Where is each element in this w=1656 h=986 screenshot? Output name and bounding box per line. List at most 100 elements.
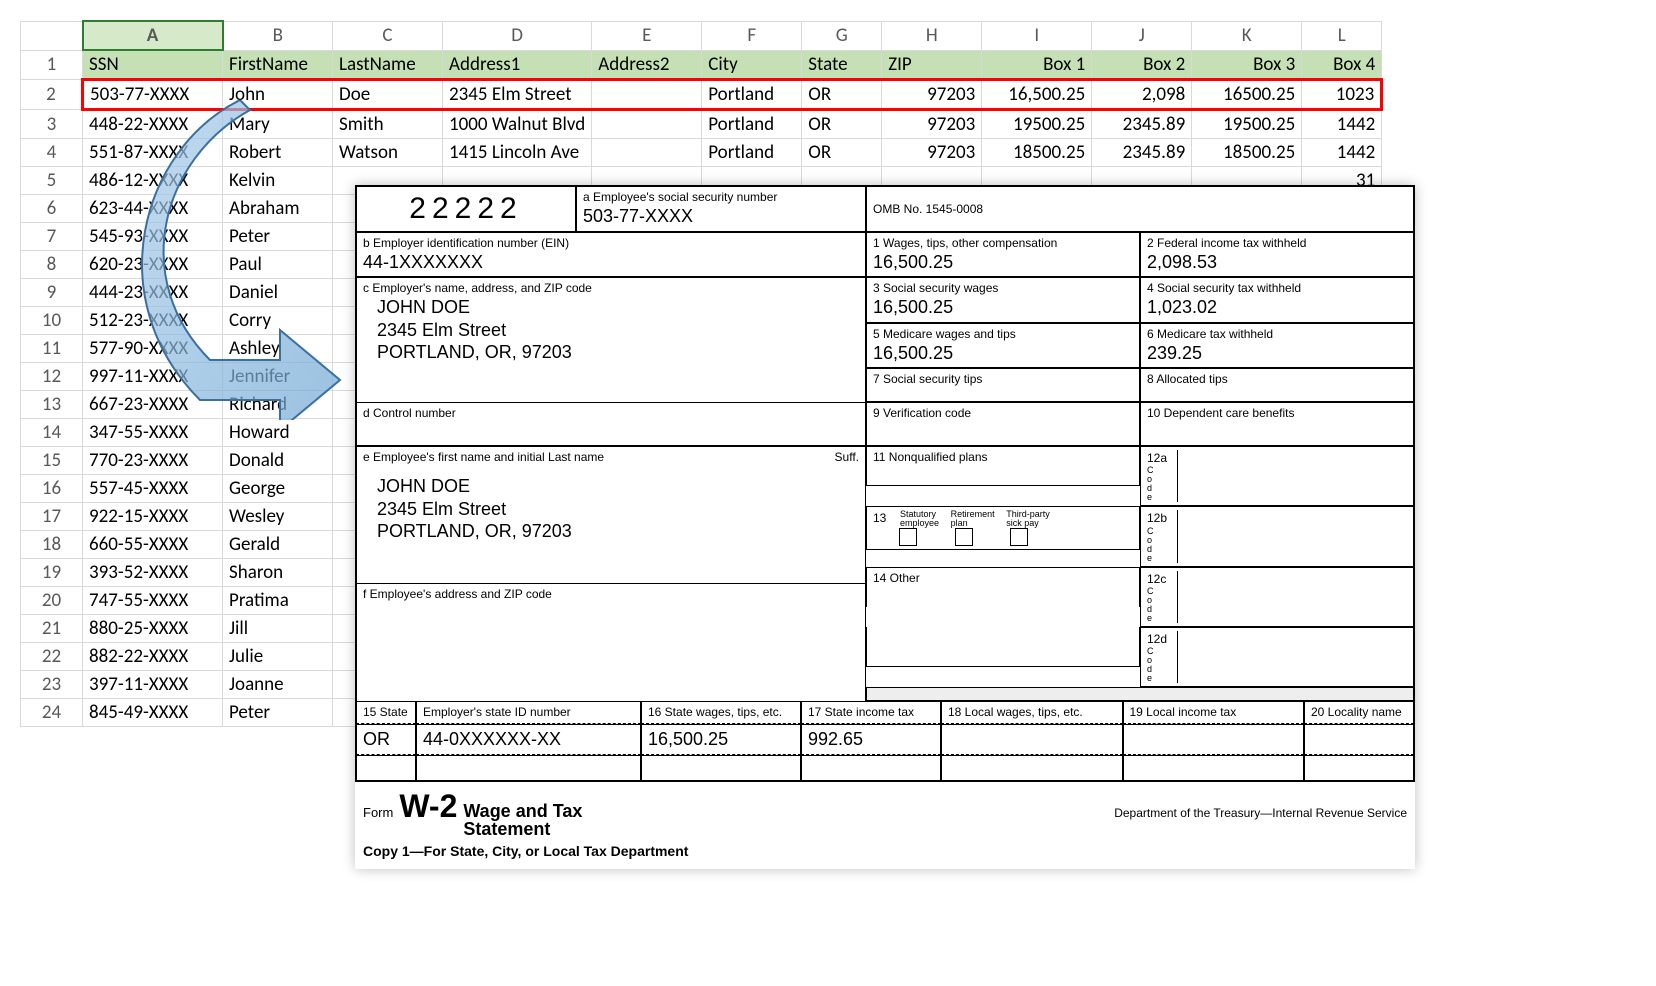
cell[interactable]: 347-55-XXXX [83, 419, 223, 447]
header-cell[interactable]: Box 1 [982, 50, 1092, 80]
row-header[interactable]: 11 [21, 335, 83, 363]
row-header[interactable]: 10 [21, 307, 83, 335]
col-E-header[interactable]: E [592, 21, 702, 50]
cell[interactable]: 18500.25 [982, 139, 1092, 167]
cell[interactable] [592, 110, 702, 139]
cell[interactable] [592, 139, 702, 167]
checkbox-statutory[interactable] [899, 528, 917, 546]
header-cell[interactable]: Box 4 [1302, 50, 1382, 80]
cell[interactable]: 997-11-XXXX [83, 363, 223, 391]
row-header[interactable]: 3 [21, 110, 83, 139]
row-header[interactable]: 14 [21, 419, 83, 447]
cell[interactable]: Ashley [223, 335, 333, 363]
cell[interactable]: 660-55-XXXX [83, 531, 223, 559]
cell[interactable]: 19500.25 [982, 110, 1092, 139]
cell[interactable]: 845-49-XXXX [83, 699, 223, 727]
cell[interactable]: 667-23-XXXX [83, 391, 223, 419]
cell[interactable]: Pratima [223, 587, 333, 615]
row-header[interactable]: 16 [21, 475, 83, 503]
col-F-header[interactable]: F [702, 21, 802, 50]
row-header[interactable]: 5 [21, 167, 83, 195]
col-C-header[interactable]: C [333, 21, 443, 50]
row-header[interactable]: 20 [21, 587, 83, 615]
cell[interactable]: John [223, 80, 333, 110]
cell[interactable]: OR [802, 80, 882, 110]
header-cell[interactable]: Box 3 [1192, 50, 1302, 80]
cell[interactable]: 448-22-XXXX [83, 110, 223, 139]
col-A-header[interactable]: A [83, 21, 223, 50]
cell[interactable]: 620-23-XXXX [83, 251, 223, 279]
cell[interactable]: 1415 Lincoln Ave [443, 139, 592, 167]
cell[interactable]: 1000 Walnut Blvd [443, 110, 592, 139]
row-header[interactable]: 6 [21, 195, 83, 223]
cell[interactable]: Kelvin [223, 167, 333, 195]
cell[interactable]: Corry [223, 307, 333, 335]
header-cell[interactable]: Box 2 [1092, 50, 1192, 80]
col-K-header[interactable]: K [1192, 21, 1302, 50]
cell[interactable]: 1442 [1302, 110, 1382, 139]
cell[interactable]: OR [802, 110, 882, 139]
cell[interactable]: 1023 [1302, 80, 1382, 110]
cell[interactable]: 2345.89 [1092, 110, 1192, 139]
cell[interactable]: Jennifer [223, 363, 333, 391]
cell[interactable]: Peter [223, 223, 333, 251]
cell[interactable]: Peter [223, 699, 333, 727]
header-cell[interactable]: SSN [83, 50, 223, 80]
cell[interactable]: 2,098 [1092, 80, 1192, 110]
col-B-header[interactable]: B [223, 21, 333, 50]
row-header[interactable]: 12 [21, 363, 83, 391]
cell[interactable]: Smith [333, 110, 443, 139]
cell[interactable]: 2345.89 [1092, 139, 1192, 167]
cell[interactable]: Jill [223, 615, 333, 643]
row-header[interactable]: 18 [21, 531, 83, 559]
cell[interactable]: 19500.25 [1192, 110, 1302, 139]
cell[interactable]: 18500.25 [1192, 139, 1302, 167]
cell[interactable]: 882-22-XXXX [83, 643, 223, 671]
cell[interactable] [592, 80, 702, 110]
col-J-header[interactable]: J [1092, 21, 1192, 50]
row-header[interactable]: 17 [21, 503, 83, 531]
header-cell[interactable]: ZIP [882, 50, 982, 80]
cell[interactable]: 2345 Elm Street [443, 80, 592, 110]
cell[interactable]: 545-93-XXXX [83, 223, 223, 251]
header-cell[interactable]: State [802, 50, 882, 80]
col-G-header[interactable]: G [802, 21, 882, 50]
cell[interactable]: Portland [702, 139, 802, 167]
checkbox-sickpay[interactable] [1010, 528, 1028, 546]
cell[interactable]: 97203 [882, 80, 982, 110]
row-header[interactable]: 22 [21, 643, 83, 671]
cell[interactable]: Howard [223, 419, 333, 447]
cell[interactable]: Portland [702, 110, 802, 139]
cell[interactable]: 623-44-XXXX [83, 195, 223, 223]
cell[interactable]: 397-11-XXXX [83, 671, 223, 699]
cell[interactable]: Sharon [223, 559, 333, 587]
cell[interactable]: 16,500.25 [982, 80, 1092, 110]
header-cell[interactable]: FirstName [223, 50, 333, 80]
cell[interactable]: 747-55-XXXX [83, 587, 223, 615]
row-header[interactable]: 9 [21, 279, 83, 307]
row-1-header[interactable]: 1 [21, 50, 83, 80]
row-header[interactable]: 15 [21, 447, 83, 475]
col-I-header[interactable]: I [982, 21, 1092, 50]
cell[interactable]: Doe [333, 80, 443, 110]
cell[interactable]: 393-52-XXXX [83, 559, 223, 587]
row-header[interactable]: 2 [21, 80, 83, 110]
row-header[interactable]: 23 [21, 671, 83, 699]
cell[interactable]: Wesley [223, 503, 333, 531]
cell[interactable]: Abraham [223, 195, 333, 223]
row-header[interactable]: 8 [21, 251, 83, 279]
cell[interactable]: 97203 [882, 139, 982, 167]
cell[interactable]: Joanne [223, 671, 333, 699]
cell[interactable]: Gerald [223, 531, 333, 559]
row-header[interactable]: 19 [21, 559, 83, 587]
cell[interactable]: Donald [223, 447, 333, 475]
col-L-header[interactable]: L [1302, 21, 1382, 50]
row-header[interactable]: 4 [21, 139, 83, 167]
checkbox-retirement[interactable] [955, 528, 973, 546]
header-cell[interactable]: Address2 [592, 50, 702, 80]
header-cell[interactable]: Address1 [443, 50, 592, 80]
row-header[interactable]: 13 [21, 391, 83, 419]
col-H-header[interactable]: H [882, 21, 982, 50]
cell[interactable]: Paul [223, 251, 333, 279]
cell[interactable]: 503-77-XXXX [83, 80, 223, 110]
